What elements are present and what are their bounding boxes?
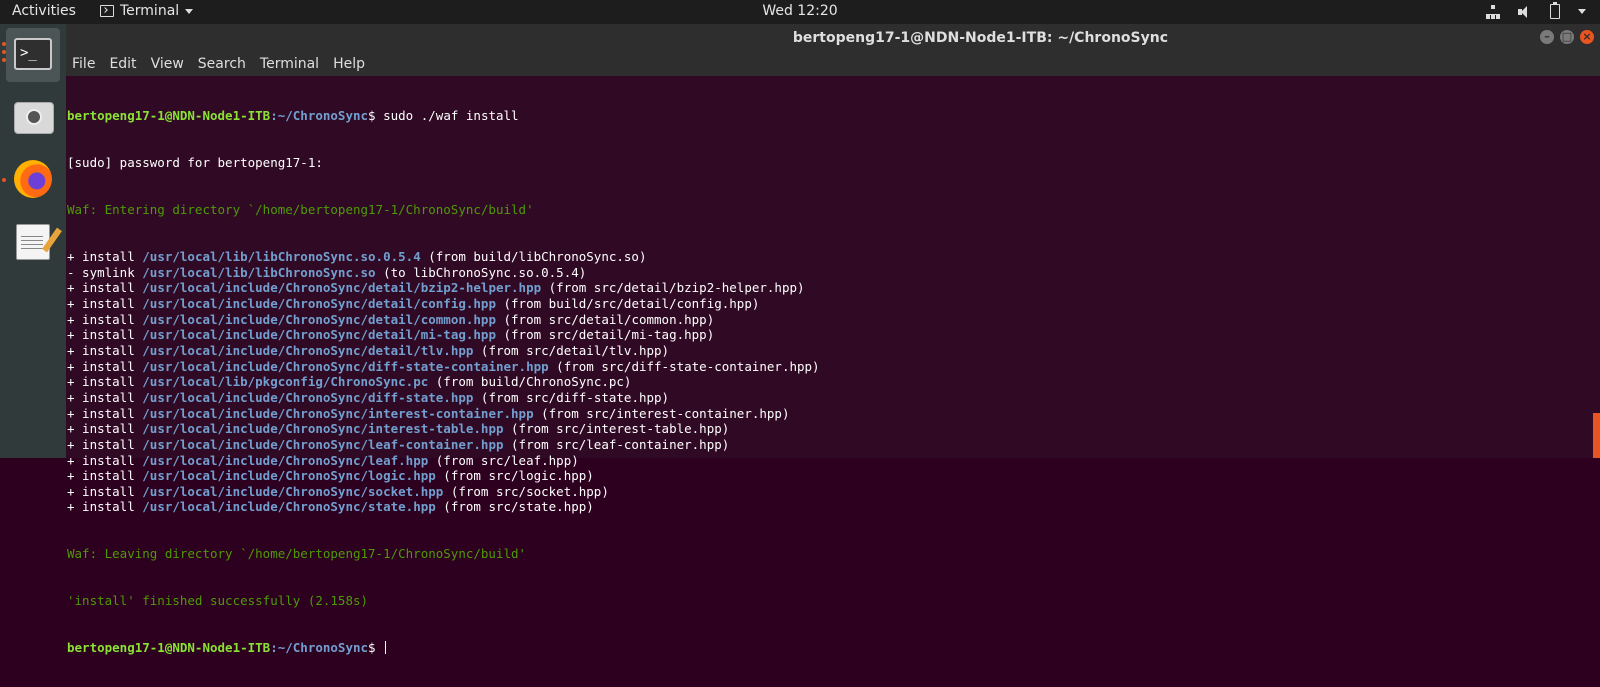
install-line: + install /usr/local/include/ChronoSync/… <box>67 483 609 499</box>
clock[interactable]: Wed 12:20 <box>762 3 837 19</box>
terminal-icon <box>100 5 114 17</box>
power-menu-icon[interactable] <box>1578 9 1586 14</box>
scrollbar-thumb[interactable] <box>1593 413 1600 458</box>
install-line: + install /usr/local/include/ChronoSync/… <box>67 421 730 437</box>
menu-help[interactable]: Help <box>333 56 365 72</box>
dock-item-camera[interactable] <box>6 90 60 144</box>
install-line: + install /usr/local/include/ChronoSync/… <box>67 499 594 515</box>
install-line: + install /usr/local/include/ChronoSync/… <box>67 358 820 374</box>
install-output: + install /usr/local/lib/libChronoSync.s… <box>67 249 1600 515</box>
chevron-down-icon <box>185 8 194 14</box>
finished-message: 'install' finished successfully (2.158s) <box>67 593 369 609</box>
battery-icon[interactable] <box>1550 2 1560 19</box>
waf-enter-message: Waf: Entering directory `/home/bertopeng… <box>67 202 534 218</box>
install-line: + install /usr/local/include/ChronoSync/… <box>67 296 760 312</box>
install-line: + install /usr/local/include/ChronoSync/… <box>67 468 594 484</box>
top-panel: Activities Terminal Wed 12:20 <box>0 0 1600 24</box>
dock-item-text-editor[interactable] <box>6 214 60 268</box>
install-line: + install /usr/local/include/ChronoSync/… <box>67 280 805 296</box>
menu-terminal[interactable]: Terminal <box>260 56 319 72</box>
menu-edit[interactable]: Edit <box>109 56 136 72</box>
close-button[interactable]: × <box>1580 30 1594 44</box>
install-line: + install /usr/local/include/ChronoSync/… <box>67 311 715 327</box>
menu-file[interactable]: File <box>72 56 95 72</box>
waf-leave-message: Waf: Leaving directory `/home/bertopeng1… <box>67 546 527 562</box>
dock: >_ <box>0 24 66 458</box>
sudo-prompt: [sudo] password for bertopeng17-1: <box>67 155 323 171</box>
running-indicator <box>2 42 6 46</box>
terminal-output[interactable]: bertopeng17-1@NDN-Node1-ITB:~/ChronoSync… <box>66 76 1600 655</box>
install-line: + install /usr/local/lib/pkgconfig/Chron… <box>67 374 632 390</box>
install-line: + install /usr/local/include/ChronoSync/… <box>67 452 579 468</box>
text-cursor <box>385 641 387 655</box>
command-line: bertopeng17-1@NDN-Node1-ITB:~/ChronoSync… <box>67 108 519 124</box>
network-icon[interactable] <box>1486 4 1500 19</box>
app-menu[interactable]: Terminal <box>100 3 194 19</box>
current-prompt[interactable]: bertopeng17-1@NDN-Node1-ITB:~/ChronoSync… <box>67 640 1600 656</box>
camera-icon <box>14 102 54 134</box>
install-line: + install /usr/local/lib/libChronoSync.s… <box>67 249 647 265</box>
install-line: + install /usr/local/include/ChronoSync/… <box>67 389 670 405</box>
firefox-icon <box>14 160 52 198</box>
minimize-button[interactable]: – <box>1540 30 1554 44</box>
running-indicator <box>2 178 6 182</box>
running-indicator <box>2 50 6 54</box>
menu-bar: File Edit View Search Terminal Help <box>66 52 1600 76</box>
dock-item-firefox[interactable] <box>6 152 60 206</box>
menu-search[interactable]: Search <box>198 56 246 72</box>
terminal-icon: >_ <box>14 38 52 70</box>
install-line: + install /usr/local/include/ChronoSync/… <box>67 343 670 359</box>
system-tray[interactable] <box>1486 2 1586 19</box>
app-menu-label: Terminal <box>120 3 180 19</box>
maximize-button[interactable]: □ <box>1560 30 1574 44</box>
install-line: + install /usr/local/include/ChronoSync/… <box>67 327 715 343</box>
activities-button[interactable]: Activities <box>12 3 76 19</box>
menu-view[interactable]: View <box>151 56 184 72</box>
install-line: - symlink /usr/local/lib/libChronoSync.s… <box>67 264 587 280</box>
text-editor-icon <box>16 224 50 260</box>
dock-item-terminal[interactable]: >_ <box>6 28 60 82</box>
install-line: + install /usr/local/include/ChronoSync/… <box>67 405 790 421</box>
window-titlebar[interactable]: bertopeng17-1@NDN-Node1-ITB: ~/ChronoSyn… <box>66 24 1600 52</box>
scrollbar[interactable] <box>1592 76 1600 458</box>
window-title: bertopeng17-1@NDN-Node1-ITB: ~/ChronoSyn… <box>792 30 1168 46</box>
running-indicator <box>2 58 6 62</box>
volume-icon[interactable] <box>1518 5 1532 19</box>
terminal-window: bertopeng17-1@NDN-Node1-ITB: ~/ChronoSyn… <box>66 24 1600 655</box>
install-line: + install /usr/local/include/ChronoSync/… <box>67 436 730 452</box>
